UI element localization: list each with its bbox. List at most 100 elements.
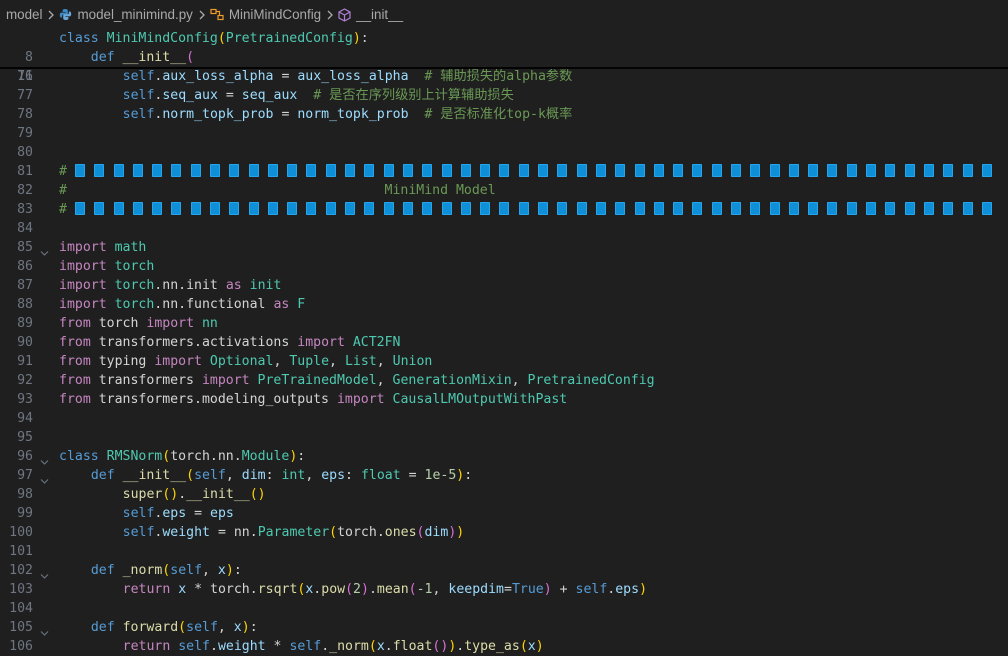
sticky-scroll-shadow bbox=[0, 67, 1008, 69]
code-text: self.eps = eps bbox=[122, 506, 234, 521]
code-line[interactable]: 85 import math bbox=[0, 238, 1008, 257]
banner-block-icon bbox=[171, 202, 182, 215]
banner-block-icon bbox=[480, 202, 491, 215]
code-line[interactable]: 100 self.weight = nn.Parameter(torch.one… bbox=[0, 523, 1008, 542]
sticky-line[interactable]: 8 class MiniMindConfig(PretrainedConfig)… bbox=[0, 29, 1008, 65]
banner-block-icon bbox=[904, 164, 915, 177]
breadcrumb-label: model bbox=[6, 7, 43, 22]
code-line[interactable]: 103 return x * torch.rsqrt(x.pow(2).mean… bbox=[0, 580, 1008, 599]
banner-block-icon bbox=[499, 164, 510, 177]
code-line[interactable]: 91 from typing import Optional, Tuple, Li… bbox=[0, 352, 1008, 371]
banner-block-icon bbox=[190, 164, 201, 177]
banner-block-icon bbox=[306, 202, 317, 215]
breadcrumb-item-method[interactable]: __init__ bbox=[338, 7, 403, 22]
banner-block-icon bbox=[364, 164, 375, 177]
banner-block-icon bbox=[750, 164, 761, 177]
line-number: 102 bbox=[9, 563, 33, 578]
line-number: 100 bbox=[9, 525, 33, 540]
line-number: 87 bbox=[17, 278, 33, 293]
line-number: 103 bbox=[9, 582, 33, 597]
line-number: 95 bbox=[17, 430, 33, 445]
code-line[interactable]: 93 from transformers.modeling_outputs imp… bbox=[0, 390, 1008, 409]
banner-block-icon bbox=[402, 164, 413, 177]
banner-block-icon bbox=[441, 164, 452, 177]
code-line[interactable]: 98 super().__init__() bbox=[0, 485, 1008, 504]
banner-block-icon bbox=[460, 164, 471, 177]
fold-chevron-icon[interactable] bbox=[40, 624, 49, 636]
code-text: import torch.nn.init as init bbox=[59, 278, 282, 293]
code-text: import math bbox=[59, 240, 147, 255]
code-line[interactable]: 78 self.norm_topk_prob = norm_topk_prob … bbox=[0, 105, 1008, 124]
code-text: import torch bbox=[59, 259, 155, 274]
banner-block-icon bbox=[132, 164, 143, 177]
banner-block-icon bbox=[866, 164, 877, 177]
line-number: 79 bbox=[17, 126, 33, 141]
breadcrumb-item-file[interactable]: model_minimind.py bbox=[59, 7, 193, 22]
line-number: 82 bbox=[17, 183, 33, 198]
fold-chevron-icon[interactable] bbox=[40, 244, 49, 256]
breadcrumb-item-class[interactable]: MiniMindConfig bbox=[210, 7, 321, 22]
code-line[interactable]: 86 import torch bbox=[0, 257, 1008, 276]
code-line[interactable]: 80 bbox=[0, 143, 1008, 162]
banner-block-icon bbox=[132, 202, 143, 215]
code-line[interactable]: 81 # bbox=[0, 162, 1008, 181]
code-line[interactable]: 83 # bbox=[0, 200, 1008, 219]
banner-block-icon bbox=[499, 202, 510, 215]
fold-chevron-icon[interactable] bbox=[40, 567, 49, 579]
banner-block-icon bbox=[788, 202, 799, 215]
banner-block-icon bbox=[866, 202, 877, 215]
python-file-icon bbox=[59, 8, 72, 21]
code-text: def __init__(self, dim: int, eps: float … bbox=[90, 468, 473, 483]
banner-block-icon bbox=[113, 164, 124, 177]
line-number: 83 bbox=[17, 202, 33, 217]
banner-block-icon bbox=[229, 164, 240, 177]
banner-block-icon bbox=[595, 164, 606, 177]
code-line[interactable]: 92 from transformers import PreTrainedMod… bbox=[0, 371, 1008, 390]
code-line[interactable]: 96 class RMSNorm(torch.nn.Module): bbox=[0, 447, 1008, 466]
banner-block-icon bbox=[94, 202, 105, 215]
code-line[interactable]: 101 bbox=[0, 542, 1008, 561]
code-line[interactable]: 106 return self.weight * self._norm(x.fl… bbox=[0, 637, 1008, 656]
breadcrumb-label: __init__ bbox=[356, 7, 404, 22]
code-line[interactable]: 90 from transformers.activations import A… bbox=[0, 333, 1008, 352]
fold-chevron-icon[interactable] bbox=[40, 472, 49, 484]
code-line[interactable]: 79 bbox=[0, 124, 1008, 143]
banner-block-icon bbox=[364, 202, 375, 215]
banner-block-icon bbox=[306, 164, 317, 177]
banner-block-icon bbox=[557, 164, 568, 177]
banner-block-icon bbox=[981, 164, 992, 177]
code-line[interactable]: 84 bbox=[0, 219, 1008, 238]
banner-block-icon bbox=[538, 164, 549, 177]
chevron-right-icon bbox=[198, 10, 206, 20]
code-line[interactable]: 95 bbox=[0, 428, 1008, 447]
code-text: def __init__( bbox=[90, 50, 195, 65]
code-line[interactable]: 88 import torch.nn.functional as F bbox=[0, 295, 1008, 314]
banner-block-icon bbox=[209, 202, 220, 215]
breadcrumb-item-folder[interactable]: model bbox=[6, 7, 42, 22]
banner-block-icon bbox=[518, 164, 529, 177]
code-line[interactable]: 87 import torch.nn.init as init bbox=[0, 276, 1008, 295]
code-line[interactable]: 102 def _norm(self, x): bbox=[0, 561, 1008, 580]
fold-chevron-icon[interactable] bbox=[40, 453, 49, 465]
banner-block-icon bbox=[711, 202, 722, 215]
sticky-line[interactable]: 11 def __init__( bbox=[0, 48, 1008, 84]
banner-block-icon bbox=[595, 202, 606, 215]
code-line[interactable]: 97 def __init__(self, dim: int, eps: flo… bbox=[0, 466, 1008, 485]
banner-block-icon bbox=[923, 202, 934, 215]
code-line[interactable]: 77 self.seq_aux = seq_aux # 是否在序列级别上计算辅助… bbox=[0, 86, 1008, 105]
sticky-scroll[interactable]: 8 class MiniMindConfig(PretrainedConfig)… bbox=[0, 29, 1008, 84]
banner-block-icon bbox=[673, 164, 684, 177]
banner-block-icon bbox=[248, 202, 259, 215]
code-line[interactable]: 104 bbox=[0, 599, 1008, 618]
code-line[interactable]: 89 from torch import nn bbox=[0, 314, 1008, 333]
code-text: def forward(self, x): bbox=[90, 620, 258, 635]
line-number: 86 bbox=[17, 259, 33, 274]
code-text: from transformers.activations import ACT… bbox=[59, 335, 401, 350]
code-line[interactable]: 94 bbox=[0, 409, 1008, 428]
banner-block-icon bbox=[943, 202, 954, 215]
code-text: self.weight = nn.Parameter(torch.ones(di… bbox=[122, 525, 465, 540]
code-line[interactable]: 76 self.aux_loss_alpha = aux_loss_alpha … bbox=[0, 67, 1008, 86]
code-line[interactable]: 99 self.eps = eps bbox=[0, 504, 1008, 523]
code-line[interactable]: 82 # MiniMind Model bbox=[0, 181, 1008, 200]
code-line[interactable]: 105 def forward(self, x): bbox=[0, 618, 1008, 637]
